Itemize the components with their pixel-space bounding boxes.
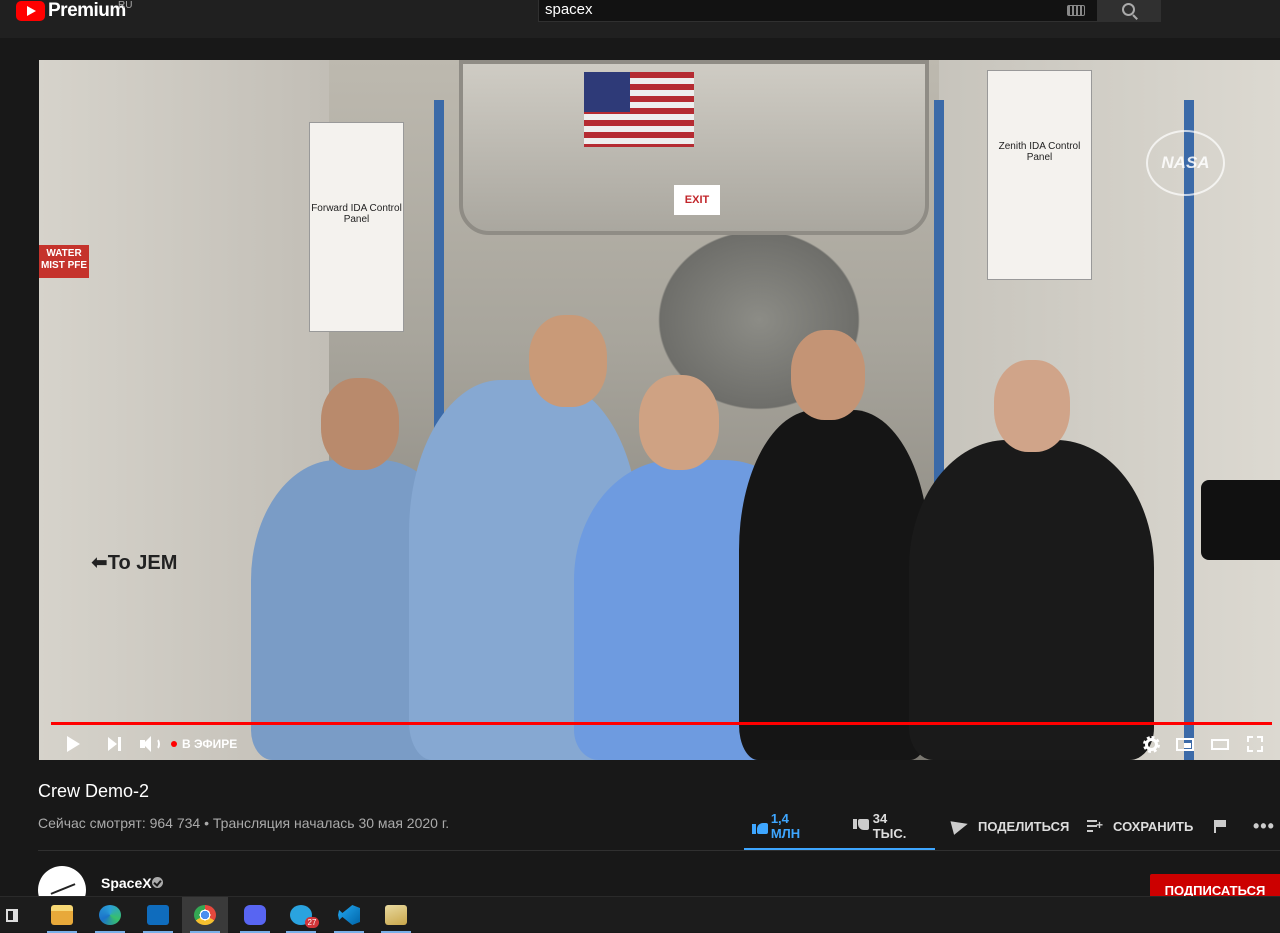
taskbar-app[interactable] <box>373 897 419 933</box>
gear-icon <box>1142 735 1160 753</box>
taskbar-outlook[interactable] <box>135 897 181 933</box>
logo-text: Premium <box>48 0 126 21</box>
play-icon <box>66 736 80 752</box>
taskbar-discord[interactable] <box>232 897 278 933</box>
progress-bar[interactable] <box>51 722 1272 725</box>
verified-icon <box>152 877 163 888</box>
thumb-down-icon <box>853 818 869 834</box>
taskbar-file-explorer[interactable] <box>39 897 85 933</box>
theater-icon <box>1211 738 1229 750</box>
more-icon: ••• <box>1253 815 1275 836</box>
fullscreen-button[interactable] <box>1242 728 1268 760</box>
taskbar-edge[interactable] <box>87 897 133 933</box>
dislike-count: 34 ТЫС. <box>872 811 907 841</box>
country-code: RU <box>118 0 133 11</box>
astronaut-5 <box>909 440 1154 760</box>
share-icon <box>950 817 970 835</box>
astronaut-4-head <box>791 330 865 420</box>
forward-panel-sign: Forward IDA Control Panel <box>309 122 404 332</box>
share-label: ПОДЕЛИТЬСЯ <box>978 818 1070 834</box>
like-count: 1,4 МЛН <box>770 811 801 841</box>
vscode-icon <box>338 905 360 925</box>
astronaut-3-head <box>639 375 719 470</box>
save-button[interactable]: СОХРАНИТЬ <box>1087 806 1193 846</box>
add-to-playlist-icon <box>1087 819 1103 832</box>
report-button[interactable] <box>1214 806 1227 846</box>
search-button[interactable] <box>1098 0 1161 22</box>
windows-taskbar: 27 <box>0 896 1280 933</box>
discord-icon <box>244 905 266 925</box>
next-icon <box>108 737 122 751</box>
volume-icon <box>140 736 160 752</box>
water-mist-sign: WATER MIST PFE <box>39 245 89 278</box>
astronaut-5-head <box>994 360 1070 452</box>
camera-image <box>1201 480 1280 560</box>
miniplayer-icon <box>1176 737 1194 751</box>
like-button[interactable]: 1,4 МЛН <box>752 806 805 846</box>
play-button[interactable] <box>61 728 85 760</box>
live-label: В ЭФИРЕ <box>182 737 238 751</box>
channel-name[interactable]: SpaceX <box>101 875 152 891</box>
telegram-badge: 27 <box>305 917 319 928</box>
share-button[interactable]: ПОДЕЛИТЬСЯ <box>950 806 1070 846</box>
file-explorer-icon <box>51 905 73 925</box>
flag-icon <box>1214 819 1227 833</box>
youtube-logo-icon <box>16 1 45 21</box>
next-button[interactable] <box>103 728 127 760</box>
live-badge[interactable]: В ЭФИРЕ <box>171 728 237 760</box>
chrome-icon <box>194 905 216 925</box>
search-icon <box>1122 3 1135 16</box>
astronaut-1-head <box>321 378 399 470</box>
thumb-up-icon <box>752 819 768 834</box>
edge-icon <box>99 905 121 925</box>
subscribe-button[interactable]: ПОДПИСАТЬСЯ <box>1150 874 1280 896</box>
search-input[interactable]: spacex <box>538 0 1098 22</box>
dislike-button[interactable]: 34 ТЫС. <box>853 806 911 846</box>
miniplayer-button[interactable] <box>1172 728 1198 760</box>
live-dot-icon <box>171 741 177 747</box>
video-player[interactable]: EXIT Forward IDA Control Panel Zenith ID… <box>39 60 1280 760</box>
astronaut-2-head <box>529 315 607 407</box>
divider <box>38 850 1280 851</box>
settings-button[interactable] <box>1138 728 1164 760</box>
taskbar-vscode[interactable] <box>326 897 372 933</box>
mute-button[interactable] <box>136 728 162 760</box>
search-value: spacex <box>545 1 593 18</box>
player-controls: В ЭФИРЕ <box>39 728 1280 760</box>
exit-sign: EXIT <box>674 185 720 215</box>
zenith-panel-sign: Zenith IDA Control Panel <box>987 70 1092 280</box>
save-label: СОХРАНИТЬ <box>1113 818 1194 834</box>
keyboard-icon[interactable] <box>1067 5 1085 16</box>
us-flag-image <box>584 72 694 147</box>
taskbar-chrome[interactable] <box>182 897 228 933</box>
taskbar-telegram[interactable]: 27 <box>278 897 324 933</box>
outlook-icon <box>147 905 169 925</box>
to-jem-sign: ⬅To JEM <box>91 552 178 574</box>
masthead: Premium RU spacex <box>0 0 1280 38</box>
app-icon <box>385 905 407 925</box>
video-meta: Сейчас смотрят: 964 734 • Трансляция нач… <box>38 815 450 831</box>
more-actions-button[interactable]: ••• <box>1253 806 1275 846</box>
theater-button[interactable] <box>1207 728 1233 760</box>
nasa-watermark: NASA <box>1146 130 1225 196</box>
youtube-logo[interactable]: Premium <box>16 0 126 22</box>
astronaut-4 <box>739 410 929 760</box>
taskbar-task-view[interactable] <box>0 897 35 933</box>
video-title: Crew Demo-2 <box>38 781 150 801</box>
fullscreen-icon <box>1247 736 1263 752</box>
video-scene-rail <box>1184 100 1194 760</box>
task-view-icon <box>6 908 18 922</box>
